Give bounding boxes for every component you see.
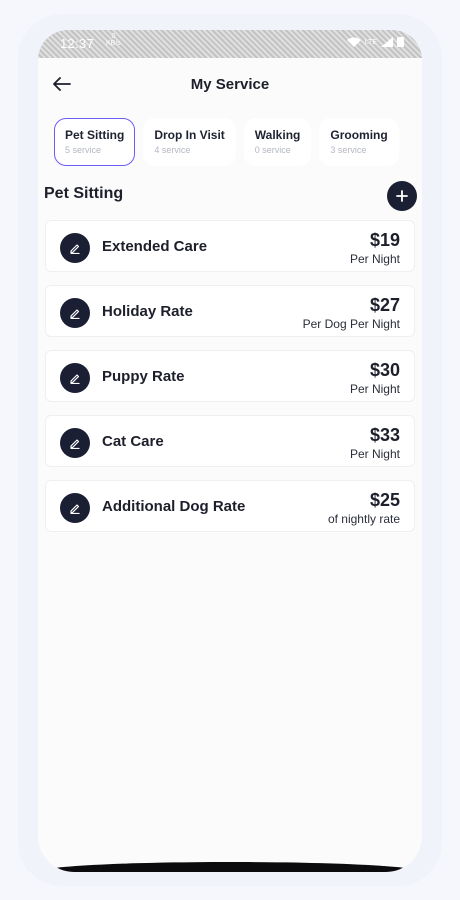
- section-title: Pet Sitting: [44, 185, 124, 202]
- tab-count: 3 service: [330, 145, 367, 155]
- service-price: $27: [369, 295, 400, 315]
- tab-label: Drop In Visit: [154, 128, 225, 142]
- service-name: Holiday Rate: [102, 303, 193, 320]
- page-title: My Service: [190, 76, 270, 93]
- service-card[interactable]: Cat Care $33 Per Night: [45, 415, 415, 467]
- tab-count: 4 service: [154, 145, 191, 155]
- battery-icon: [397, 37, 404, 47]
- service-name: Cat Care: [102, 433, 164, 450]
- service-name: Additional Dog Rate: [102, 498, 246, 515]
- network-speed-value: 0: [111, 33, 116, 40]
- service-list: Extended Care $19 Per Night Holiday Rate…: [45, 220, 415, 545]
- service-name: Extended Care: [102, 238, 208, 255]
- service-price: $19: [369, 230, 400, 250]
- network-speed-unit: KB/s: [106, 40, 121, 47]
- tab-label: Grooming: [330, 128, 388, 142]
- add-service-button[interactable]: [387, 181, 417, 211]
- service-price: $33: [369, 425, 400, 445]
- service-name: Puppy Rate: [102, 368, 185, 385]
- pencil-icon: [70, 244, 80, 254]
- service-unit: Per Night: [349, 252, 400, 266]
- top-bar: My Service: [38, 58, 422, 114]
- tab-label: Walking: [254, 128, 301, 142]
- pencil-icon: [70, 439, 80, 449]
- tab-walking[interactable]: Walking 0 service: [243, 118, 312, 166]
- edit-service-button[interactable]: [60, 363, 90, 393]
- lte-label: LTE: [364, 38, 377, 46]
- pencil-icon: [70, 504, 80, 514]
- tab-pet-sitting[interactable]: Pet Sitting 5 service: [54, 118, 136, 166]
- edit-service-button[interactable]: [60, 298, 90, 328]
- tab-count: 5 service: [65, 145, 102, 155]
- pencil-icon: [70, 374, 80, 384]
- status-icons: LTE: [346, 37, 404, 47]
- status-time: 12:37: [60, 36, 95, 51]
- tab-drop-in-visit[interactable]: Drop In Visit 4 service: [143, 118, 236, 166]
- service-unit: Per Night: [349, 382, 400, 396]
- wifi-icon: [346, 37, 361, 47]
- plus-icon: [396, 190, 408, 202]
- tab-label: Pet Sitting: [65, 128, 125, 142]
- signal-icon: [381, 37, 393, 47]
- status-bar: 12:37 0 KB/s LTE: [38, 30, 422, 58]
- service-card[interactable]: Holiday Rate $27 Per Dog Per Night: [45, 285, 415, 337]
- edit-service-button[interactable]: [60, 428, 90, 458]
- service-unit: of nightly rate: [327, 512, 400, 526]
- edit-service-button[interactable]: [60, 233, 90, 263]
- home-indicator: [38, 862, 422, 872]
- app-screen: 12:37 0 KB/s LTE My Service Pet Sitting …: [38, 30, 422, 872]
- tab-count: 0 service: [254, 145, 291, 155]
- pencil-icon: [70, 309, 80, 319]
- service-card[interactable]: Additional Dog Rate $25 of nightly rate: [45, 480, 415, 532]
- edit-service-button[interactable]: [60, 493, 90, 523]
- service-category-tabs: Pet Sitting 5 service Drop In Visit 4 se…: [54, 118, 399, 166]
- service-price: $30: [369, 360, 400, 380]
- network-speed: 0 KB/s: [106, 33, 121, 47]
- service-card[interactable]: Extended Care $19 Per Night: [45, 220, 415, 272]
- service-price: $25: [369, 490, 400, 510]
- service-card[interactable]: Puppy Rate $30 Per Night: [45, 350, 415, 402]
- tab-grooming[interactable]: Grooming 3 service: [319, 118, 399, 166]
- service-unit: Per Night: [349, 447, 400, 461]
- service-unit: Per Dog Per Night: [302, 317, 400, 331]
